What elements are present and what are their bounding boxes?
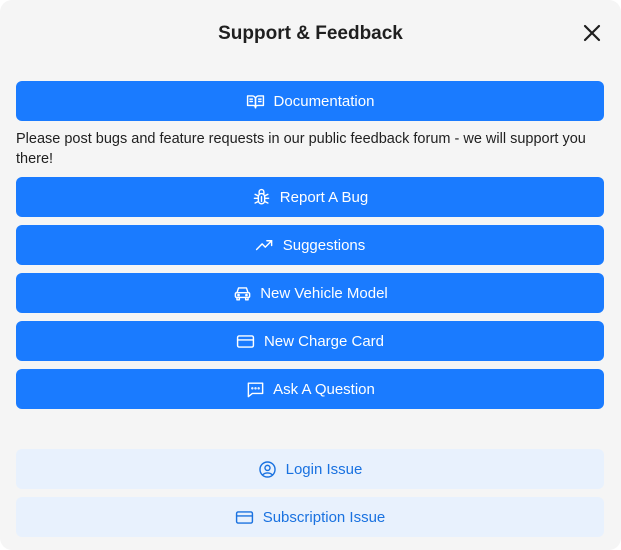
book-open-icon — [246, 91, 266, 111]
user-circle-icon — [258, 459, 278, 479]
dialog-header: Support & Feedback — [0, 0, 621, 66]
ask-question-button[interactable]: Ask A Question — [16, 369, 604, 409]
new-charge-card-label: New Charge Card — [263, 332, 385, 350]
documentation-label: Documentation — [273, 92, 375, 110]
subscription-issue-label: Subscription Issue — [262, 508, 386, 526]
credit-card-icon — [236, 331, 256, 351]
login-issue-button[interactable]: Login Issue — [16, 449, 604, 489]
report-bug-button[interactable]: Report A Bug — [16, 177, 604, 217]
dialog-title: Support & Feedback — [218, 23, 403, 44]
subscription-issue-button[interactable]: Subscription Issue — [16, 497, 604, 537]
message-dots-icon — [245, 379, 265, 399]
new-charge-card-button[interactable]: New Charge Card — [16, 321, 604, 361]
trending-up-icon — [255, 235, 275, 255]
bug-icon — [252, 187, 272, 207]
new-vehicle-model-label: New Vehicle Model — [260, 284, 388, 302]
suggestions-label: Suggestions — [282, 236, 366, 254]
new-vehicle-model-button[interactable]: New Vehicle Model — [16, 273, 604, 313]
car-icon — [232, 283, 252, 303]
credit-card-icon — [235, 507, 255, 527]
support-feedback-dialog: Support & Feedback Documentation Please … — [0, 0, 621, 550]
login-issue-label: Login Issue — [285, 460, 363, 478]
ask-question-label: Ask A Question — [273, 380, 375, 398]
close-icon — [583, 24, 601, 42]
feedback-info-text: Please post bugs and feature requests in… — [16, 131, 586, 167]
close-button[interactable] — [578, 19, 606, 47]
documentation-button[interactable]: Documentation — [16, 81, 604, 121]
suggestions-button[interactable]: Suggestions — [16, 225, 604, 265]
report-bug-label: Report A Bug — [279, 188, 369, 206]
